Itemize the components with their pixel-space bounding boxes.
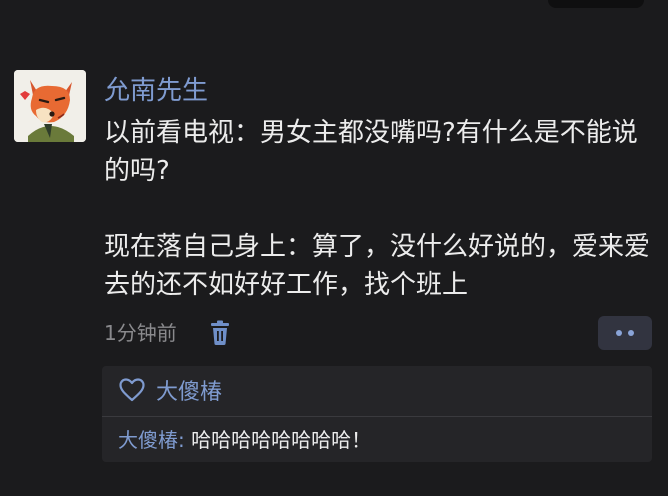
- liker-name[interactable]: 大傻椿: [156, 374, 222, 406]
- like-row: 大傻椿: [118, 374, 222, 406]
- trash-icon[interactable]: [208, 320, 232, 346]
- comment-separator: :: [178, 428, 192, 452]
- more-dots-icon: [616, 330, 622, 336]
- heart-outline-icon: [119, 378, 145, 402]
- fox-avatar-icon: [14, 70, 86, 142]
- top-bar: [548, 0, 644, 8]
- comment-author[interactable]: 大傻椿: [118, 428, 178, 452]
- post-author-name[interactable]: 允南先生: [104, 74, 208, 108]
- post-timestamp: 1分钟前: [104, 321, 177, 345]
- divider: [102, 416, 652, 417]
- post-paragraph-spacer: ​: [104, 190, 654, 228]
- comment-item[interactable]: 大傻椿: 哈哈哈哈哈哈哈哈！: [118, 426, 371, 454]
- more-dots-icon: [628, 330, 634, 336]
- post-paragraph: 以前看电视：男女主都没嘴吗?有什么是不能说的吗?: [104, 118, 638, 186]
- avatar[interactable]: [14, 70, 86, 142]
- likes-comments-panel: 大傻椿 大傻椿: 哈哈哈哈哈哈哈哈！: [102, 366, 652, 462]
- comment-text: 哈哈哈哈哈哈哈哈！: [191, 428, 372, 452]
- more-options-button[interactable]: [598, 316, 652, 350]
- post-content: 以前看电视：男女主都没嘴吗?有什么是不能说的吗? ​ 现在落自己身上：算了，没什…: [104, 114, 654, 304]
- post-paragraph: 现在落自己身上：算了，没什么好说的，爱来爱去的还不如好好工作，找个班上: [104, 232, 651, 300]
